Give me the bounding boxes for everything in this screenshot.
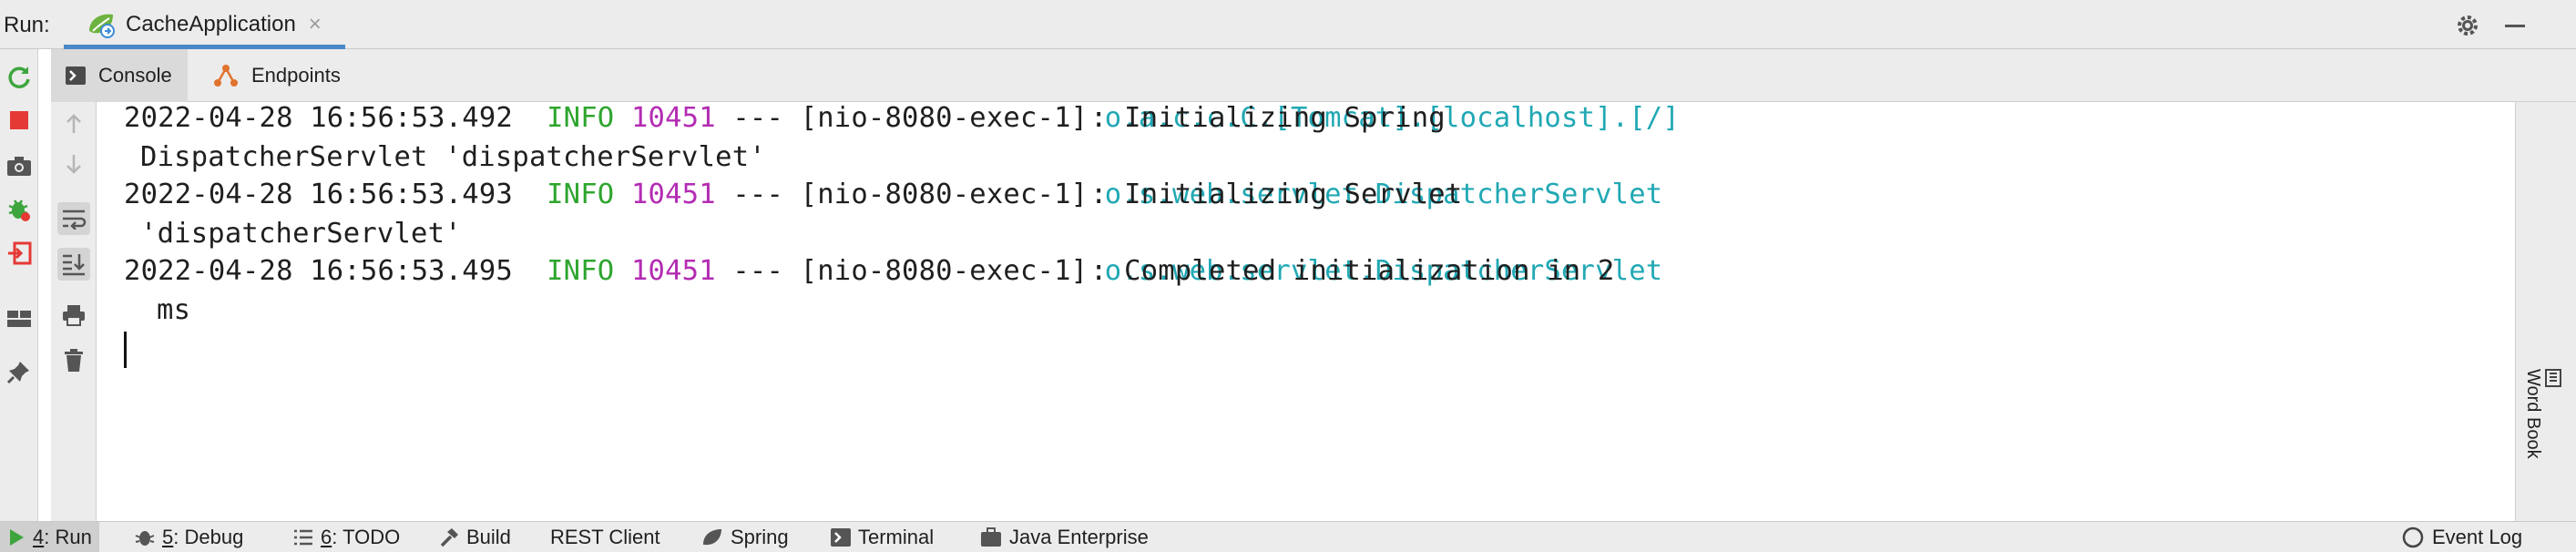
arrow-down-icon[interactable] [57, 148, 90, 180]
tab-endpoints[interactable]: Endpoints [199, 49, 381, 102]
gear-icon[interactable] [2454, 12, 2481, 39]
terminal-icon [831, 528, 851, 547]
soft-wrap-icon[interactable] [57, 202, 90, 235]
bottom-tab-label: : Debug [173, 526, 244, 548]
bottom-tab-run[interactable]: 4: Run [0, 522, 99, 552]
stop-icon[interactable] [3, 104, 36, 137]
java-enterprise-icon [981, 527, 1001, 547]
event-log-button[interactable]: Event Log [2394, 522, 2530, 552]
bottom-tab-java-enterprise[interactable]: Java Enterprise [973, 522, 1156, 552]
tab-endpoints-label: Endpoints [251, 64, 341, 87]
bottom-tab-mnemonic: 5 [162, 526, 174, 548]
console-icon [66, 66, 86, 85]
log-pid: 10451 [630, 179, 716, 210]
run-label: Run: [4, 13, 50, 37]
book-icon [2543, 368, 2563, 393]
log-thread: [nio-8080-exec-1] [800, 255, 1089, 287]
log-continuation: 'dispatcherServlet' [140, 218, 462, 250]
log-thread: [nio-8080-exec-1] [800, 179, 1089, 210]
tab-cache-application[interactable]: CacheApplication × [64, 0, 345, 49]
log-separator: --- [732, 102, 784, 134]
bottom-tab-label: : TODO [332, 526, 401, 548]
log-pid: 10451 [630, 255, 716, 287]
log-message: : Initializing Spring [1090, 102, 1446, 134]
bottom-tab-spring[interactable]: Spring [694, 522, 796, 552]
bottom-tab-debug[interactable]: 5: Debug [128, 522, 250, 552]
bottom-tab-label: REST Client [550, 526, 660, 548]
bottom-tab-label: Spring [731, 526, 789, 548]
minimize-icon[interactable] [2501, 12, 2529, 39]
text-cursor [124, 332, 127, 368]
word-book-tab[interactable]: Word Book [2522, 369, 2543, 459]
log-separator: --- [732, 179, 784, 210]
bottom-tab-build[interactable]: Build [432, 522, 518, 552]
bottom-tab-label: : Run [44, 526, 92, 548]
bottom-tab-todo[interactable]: 6: TODO [286, 522, 407, 552]
log-timestamp: 2022-04-28 16:56:53.492 [124, 102, 513, 134]
exit-icon[interactable] [3, 237, 36, 270]
bug-icon [135, 531, 155, 546]
leaf-icon [703, 529, 721, 546]
spring-boot-app-icon [86, 11, 117, 38]
log-separator: --- [732, 255, 784, 287]
console-subtabs: Console Endpoints [51, 49, 2576, 102]
tab-title: CacheApplication [126, 12, 296, 36]
log-timestamp: 2022-04-28 16:56:53.495 [124, 255, 513, 287]
pin-icon[interactable] [3, 355, 36, 388]
arrow-up-icon[interactable] [57, 107, 90, 140]
debug-bug-icon[interactable] [3, 193, 36, 226]
close-tab-icon[interactable]: × [309, 12, 322, 37]
print-icon[interactable] [57, 299, 90, 332]
bottom-tab-label: Terminal [858, 526, 935, 548]
log-message: : Completed initialization in 2 [1090, 255, 1615, 287]
bottom-tab-label: Build [466, 526, 511, 548]
log-line: 2022-04-28 16:56:53.492 INFO 10451 --- [… [124, 102, 1680, 134]
tab-console[interactable]: Console [51, 49, 188, 102]
bottom-tool-bar: 4: Run 5: Debug 6: TODO Build REST Clien… [0, 521, 2576, 552]
console-actions-toolbar [51, 102, 97, 521]
log-continuation: DispatcherServlet 'dispatcherServlet' [140, 141, 766, 173]
log-level: INFO [547, 255, 615, 287]
run-icon [10, 529, 24, 546]
log-timestamp: 2022-04-28 16:56:53.493 [124, 179, 513, 210]
event-log-icon [2402, 526, 2424, 548]
log-level: INFO [547, 179, 615, 210]
rerun-icon[interactable] [3, 60, 36, 93]
camera-icon[interactable] [3, 149, 36, 182]
layout-icon[interactable] [3, 302, 36, 335]
log-pid: 10451 [630, 102, 716, 134]
run-actions-toolbar [0, 49, 38, 521]
log-message: : Initializing Servlet [1090, 179, 1463, 210]
bottom-tab-label: Java Enterprise [1009, 526, 1149, 548]
run-tool-window-header: Run: CacheApplication × [0, 0, 2576, 49]
bottom-tab-terminal[interactable]: Terminal [823, 522, 941, 552]
log-thread: [nio-8080-exec-1] [800, 102, 1089, 134]
bottom-tab-mnemonic: 4 [33, 526, 45, 548]
scroll-to-end-icon[interactable] [57, 248, 90, 281]
event-log-label: Event Log [2432, 526, 2523, 548]
tab-console-label: Console [98, 64, 172, 87]
hammer-icon [440, 528, 458, 547]
log-level: INFO [547, 102, 615, 134]
log-continuation: ms [157, 294, 191, 326]
trash-icon[interactable] [57, 344, 90, 377]
endpoints-icon [214, 65, 238, 87]
bottom-tab-mnemonic: 6 [321, 526, 332, 548]
list-icon [294, 529, 312, 546]
bottom-tab-rest-client[interactable]: REST Client [543, 522, 668, 552]
console-output[interactable]: 2022-04-28 16:56:53.492 INFO 10451 --- [… [97, 102, 2515, 521]
